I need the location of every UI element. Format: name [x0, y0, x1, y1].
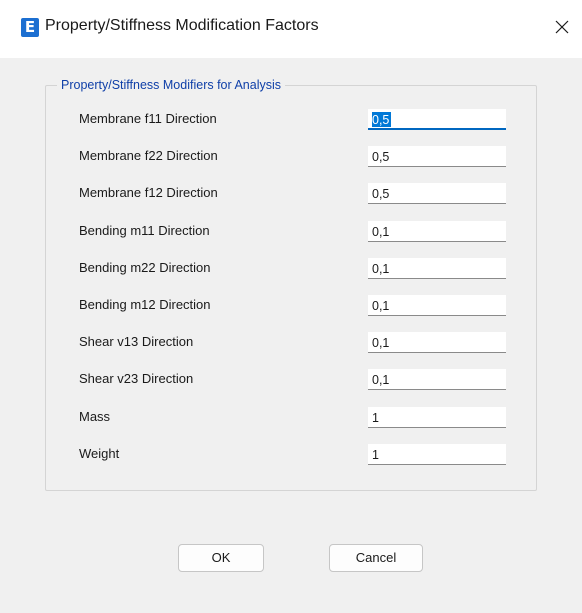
membrane-f11-direction-input[interactable]	[368, 109, 506, 130]
shear-v13-direction-label: Shear v13 Direction	[79, 334, 194, 350]
close-button[interactable]	[548, 14, 576, 40]
bending-m22-direction-input[interactable]	[368, 257, 506, 279]
shear-v13-direction-input[interactable]	[368, 332, 506, 354]
membrane-f12-direction-input[interactable]	[368, 183, 506, 205]
groupbox-title: Property/Stiffness Modifiers for Analysi…	[57, 78, 285, 92]
membrane-f22-direction-input[interactable]	[368, 146, 506, 168]
modification-factors-dialog: E Property/Stiffness Modification Factor…	[0, 0, 582, 613]
shear-v23-direction-label: Shear v23 Direction	[79, 371, 194, 387]
dialog-body: Property/Stiffness Modifiers for Analysi…	[9, 58, 574, 605]
membrane-f12-direction-label: Membrane f12 Direction	[79, 185, 218, 201]
mass-input[interactable]	[368, 406, 506, 428]
dialog-title: Property/Stiffness Modification Factors	[45, 17, 319, 34]
membrane-f22-direction-label: Membrane f22 Direction	[79, 148, 218, 164]
ok-button[interactable]: OK	[178, 544, 264, 572]
bending-m12-direction-input[interactable]	[368, 295, 506, 316]
membrane-f11-direction-label: Membrane f11 Direction	[79, 111, 217, 126]
title-bar[interactable]: E Property/Stiffness Modification Factor…	[0, 0, 582, 58]
weight-input[interactable]	[368, 443, 506, 465]
bending-m11-direction-input[interactable]	[368, 220, 506, 242]
bending-m11-direction-label: Bending m11 Direction	[79, 222, 210, 238]
weight-label: Weight	[79, 445, 120, 461]
shear-v23-direction-input[interactable]	[368, 369, 506, 391]
mass-label: Mass	[79, 408, 111, 424]
close-icon	[555, 20, 569, 34]
bending-m22-direction-label: Bending m22 Direction	[79, 259, 211, 275]
cancel-button[interactable]: Cancel	[329, 544, 423, 572]
etabs-app-icon: E	[21, 18, 39, 37]
bending-m12-direction-label: Bending m12 Direction	[79, 297, 211, 312]
